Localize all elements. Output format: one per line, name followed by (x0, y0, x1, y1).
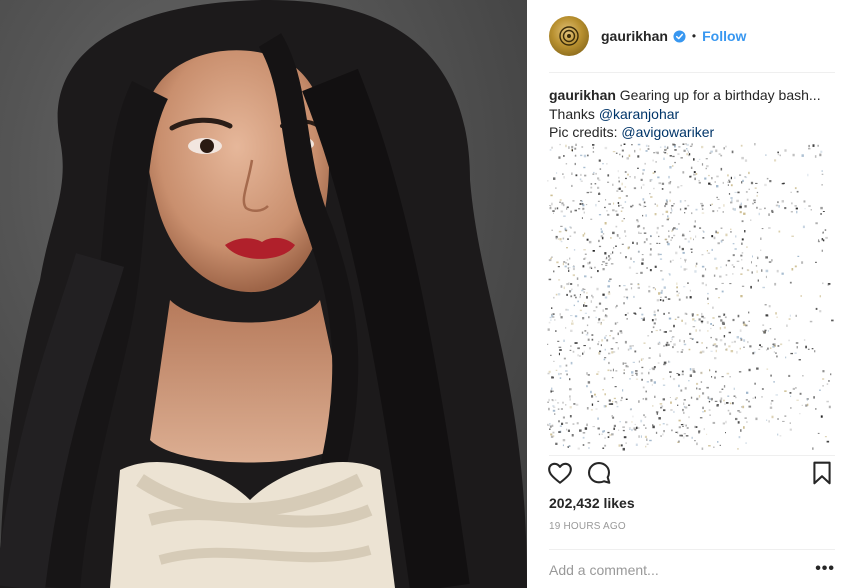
post-caption: gaurikhan Gearing up for a birthday bash… (549, 86, 829, 142)
username-link[interactable]: gaurikhan (601, 28, 668, 44)
verified-badge-icon (673, 29, 686, 43)
heart-icon[interactable] (547, 460, 573, 486)
action-bar (547, 460, 835, 488)
caption-thanks-text: Thanks (549, 105, 599, 122)
comment-icon[interactable] (586, 460, 612, 486)
comment-box-divider (549, 549, 835, 550)
more-options-icon[interactable]: ••• (815, 560, 835, 578)
post-header: gaurikhan • Follow (549, 13, 835, 59)
portrait-illustration (0, 0, 527, 588)
likes-count[interactable]: 202,432 likes (549, 495, 635, 511)
follow-button[interactable]: Follow (702, 28, 746, 44)
header-separator: • (691, 29, 697, 43)
caption-line-3: Pic credits: @avigowariker (549, 123, 829, 142)
mention-link-avigowariker[interactable]: @avigowariker (621, 124, 714, 140)
bookmark-icon[interactable] (809, 460, 835, 486)
comments-divider (549, 455, 835, 456)
caption-username-link[interactable]: gaurikhan (549, 87, 616, 103)
obscured-comments (547, 143, 837, 453)
pixelated-comments-overlay (547, 143, 834, 451)
caption-line-1: gaurikhan Gearing up for a birthday bash… (549, 86, 829, 105)
instagram-post: gaurikhan • Follow gaurikhan Gearing up … (0, 0, 843, 588)
post-timestamp[interactable]: 19 HOURS AGO (549, 521, 626, 532)
mention-link-karanjohar[interactable]: @karanjohar (599, 106, 679, 122)
caption-credits-text: Pic credits: (549, 124, 622, 140)
header-divider (549, 72, 835, 73)
logo-icon (559, 26, 579, 46)
post-photo[interactable] (0, 0, 527, 588)
add-comment-input[interactable]: Add a comment... (549, 562, 659, 578)
post-sidebar: gaurikhan • Follow gaurikhan Gearing up … (527, 0, 843, 588)
avatar[interactable] (549, 16, 589, 56)
caption-line-2: Thanks @karanjohar (549, 105, 829, 124)
caption-text: Gearing up for a birthday bash... (619, 87, 821, 103)
